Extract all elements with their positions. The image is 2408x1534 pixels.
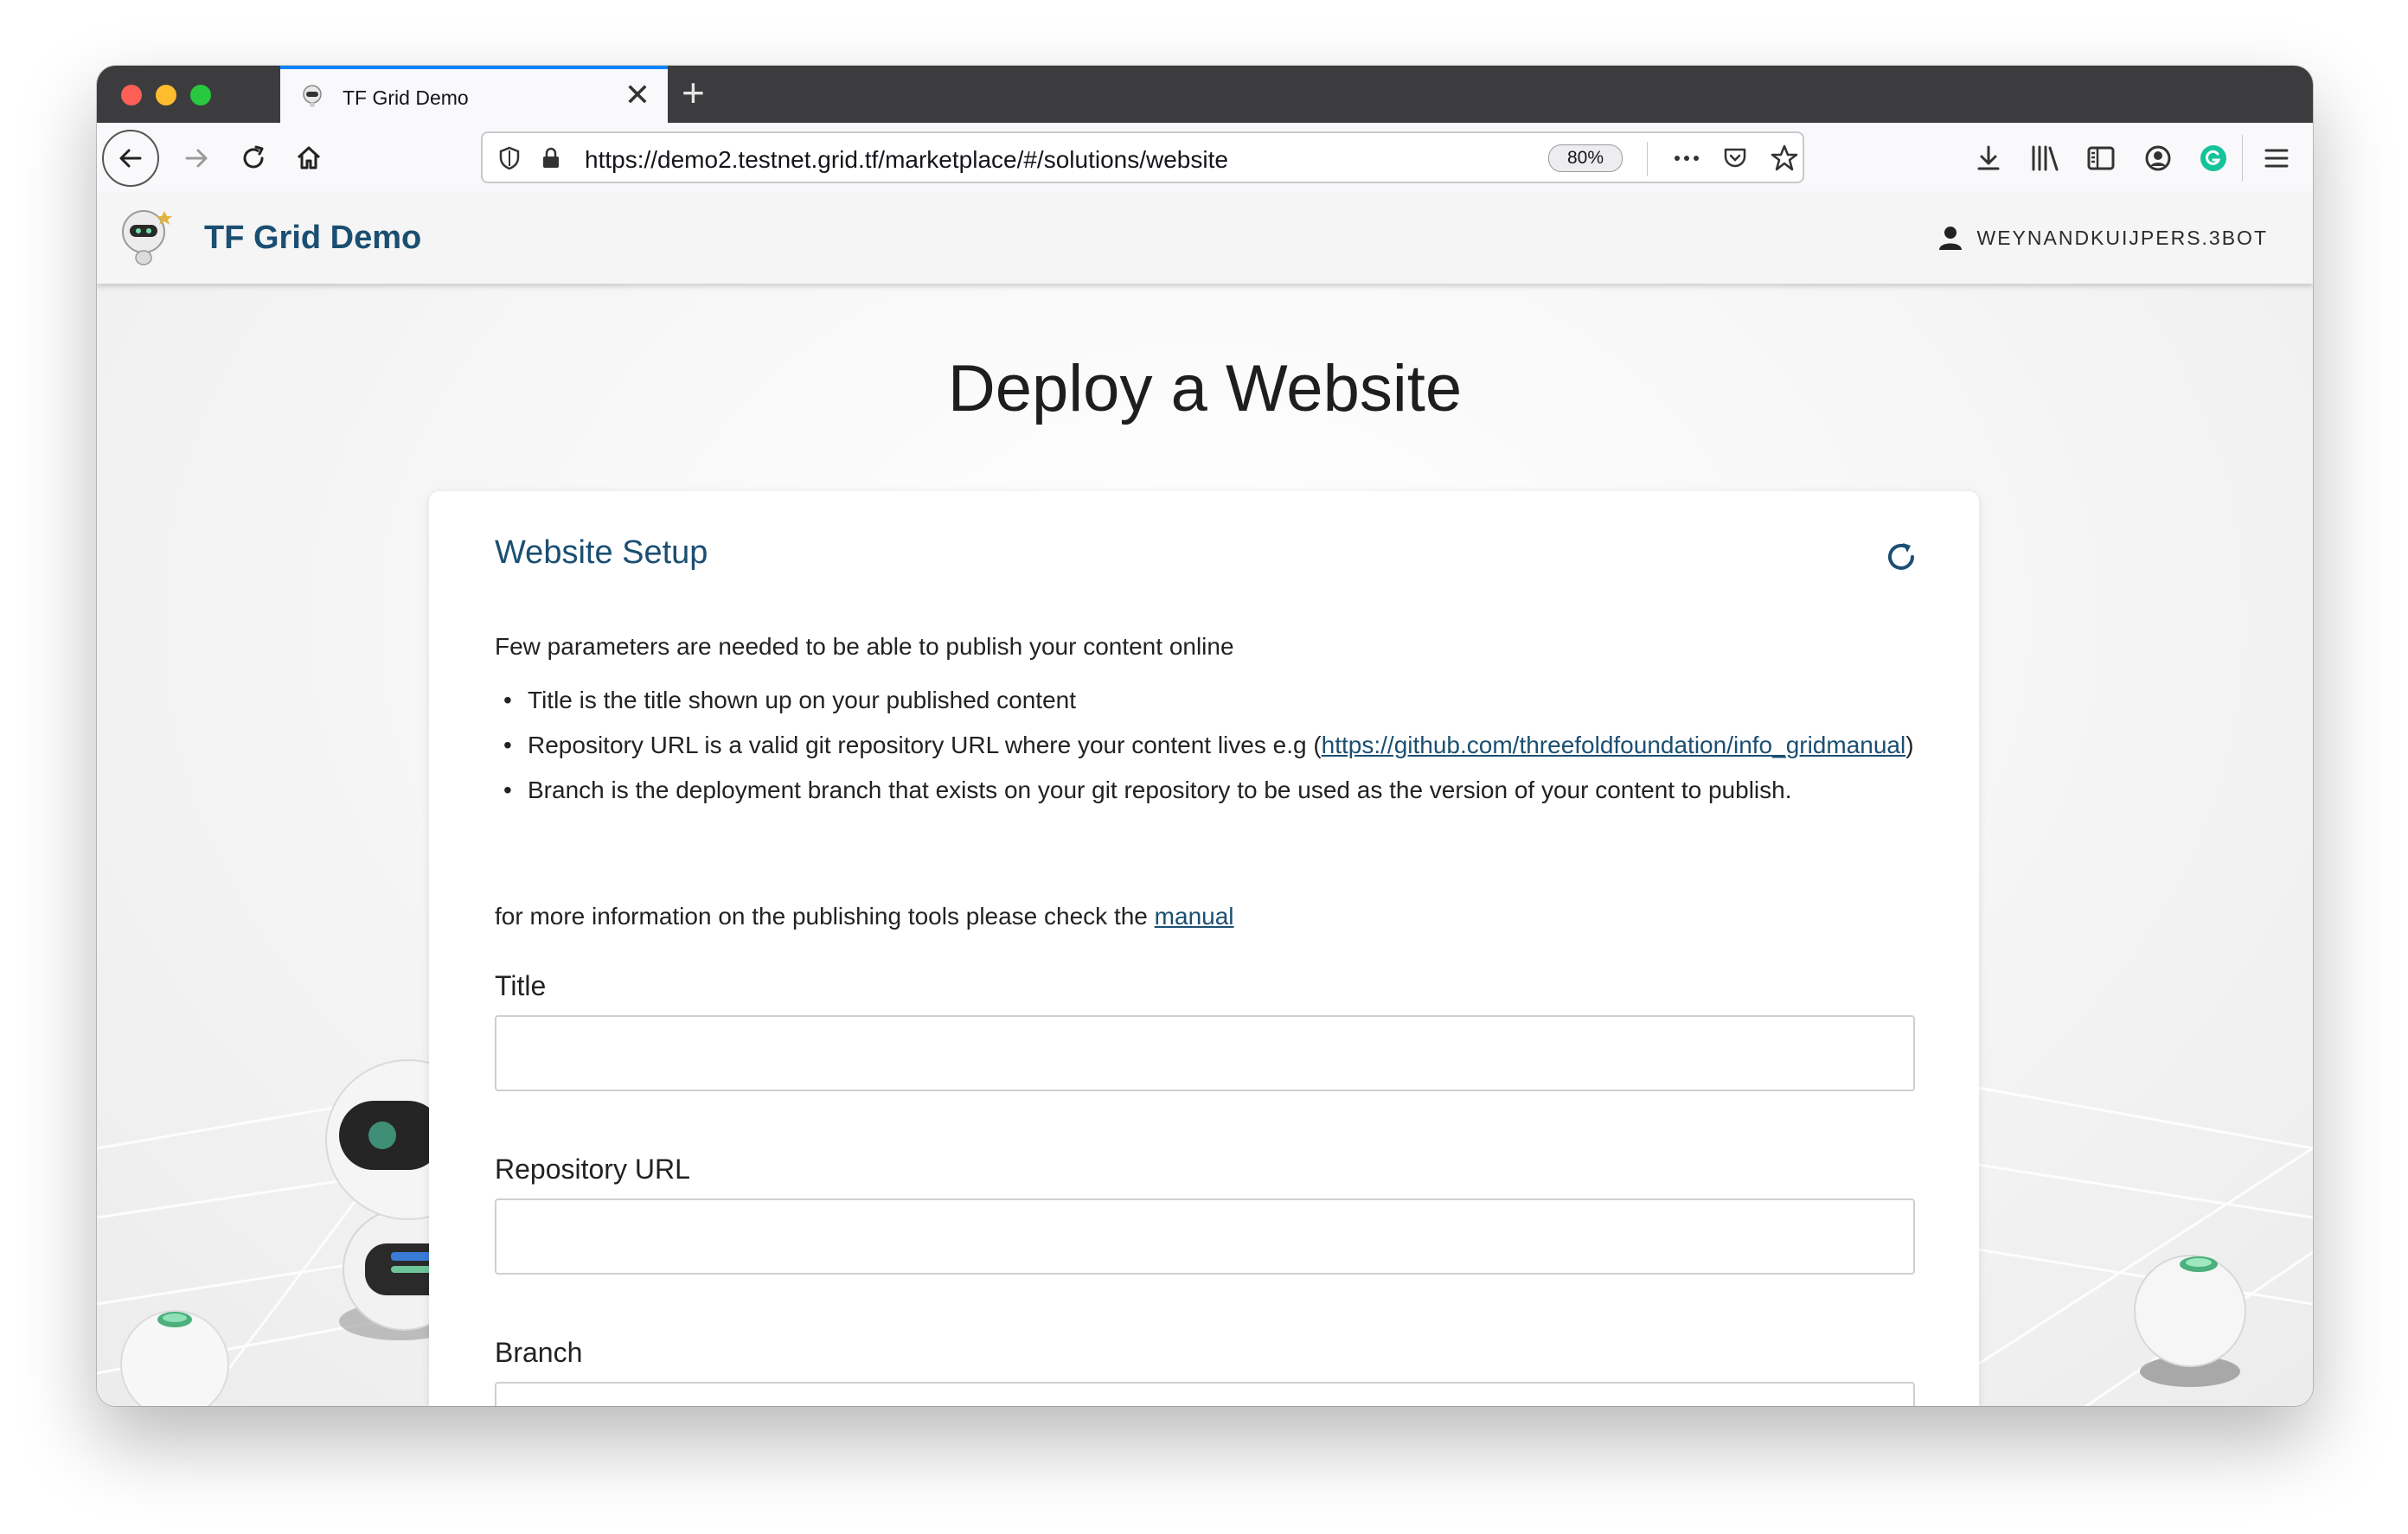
bullet-branch-text: Branch is the deployment branch that exi… [528,777,1792,803]
page-title: Deploy a Website [947,352,1463,425]
intro-text: Few parameters are needed to be able to … [495,633,1234,660]
parameter-list: Title is the title shown up on your publ… [495,683,1931,818]
robot-illustration-bottom-left [120,1310,229,1406]
repo-example-link[interactable]: https://github.com/threefoldfoundation/i… [1322,732,1906,758]
back-button[interactable] [102,130,159,187]
url-text[interactable]: https://demo2.testnet.grid.tf/marketplac… [585,146,1228,174]
toolbar-separator [2242,135,2243,182]
title-label: Title [495,970,547,1001]
menu-icon[interactable] [2263,145,2290,171]
download-icon[interactable] [1974,144,2003,173]
home-button[interactable] [285,135,332,182]
list-item: Repository URL is a valid git repository… [495,728,1931,763]
browser-window: TF Grid Demo ✕ + https://demo2.testnet.g… [97,66,2313,1406]
branch-input[interactable] [495,1382,1915,1406]
page-content: Deploy a Website Website Setup Few param… [97,284,2313,1406]
title-input[interactable] [495,1015,1915,1091]
sidebar-icon[interactable] [2086,144,2116,173]
refresh-icon[interactable] [1884,540,1918,574]
shield-icon[interactable] [496,145,522,171]
back-icon [119,149,142,168]
branch-label: Branch [495,1337,583,1368]
robot-logo-icon[interactable] [112,206,178,268]
zoom-window-button[interactable] [190,85,211,105]
bullet-repo-text: Repository URL is a valid git repository… [528,732,1322,758]
app-title[interactable]: TF Grid Demo [204,220,421,257]
url-separator [1647,142,1648,176]
account-icon[interactable] [2143,144,2173,173]
tab-close-icon[interactable]: ✕ [624,80,650,111]
new-tab-button[interactable]: + [682,73,705,112]
library-icon[interactable] [2029,144,2062,173]
user-icon [1938,227,1962,250]
reload-icon [243,145,264,169]
bookmark-star-icon[interactable] [1770,144,1799,173]
robot-illustration-right [2134,1255,2246,1387]
user-name: WEYNANDKUIJPERS.3BOT [1976,226,2268,249]
robot-favicon-icon [303,85,322,107]
home-icon [297,146,321,169]
lock-icon[interactable] [538,145,564,171]
user-menu[interactable]: WEYNANDKUIJPERS.3BOT [1937,225,2269,251]
tab-strip: TF Grid Demo ✕ + [97,66,2313,123]
repository-url-input[interactable] [495,1198,1915,1275]
list-item: Branch is the deployment branch that exi… [495,773,1931,808]
website-setup-card: Website Setup Few parameters are needed … [429,491,1979,1406]
forward-button[interactable] [173,135,220,182]
pocket-icon[interactable] [1721,144,1749,172]
repository-url-label: Repository URL [495,1154,690,1185]
more-info-prefix: for more information on the publishing t… [495,903,1155,930]
app-header: TF Grid Demo WEYNANDKUIJPERS.3BOT [97,194,2313,284]
forward-icon [185,149,208,168]
more-info-text: for more information on the publishing t… [495,903,1234,930]
reload-button[interactable] [230,135,277,182]
manual-link[interactable]: manual [1155,903,1234,930]
address-bar[interactable]: https://demo2.testnet.grid.tf/marketplac… [481,131,1804,183]
tab-tf-grid-demo[interactable]: TF Grid Demo ✕ [280,66,668,123]
zoom-level-badge[interactable]: 80% [1548,144,1623,172]
minimize-window-button[interactable] [156,85,176,105]
grammarly-icon[interactable] [2199,144,2228,173]
navigation-toolbar: https://demo2.testnet.grid.tf/marketplac… [97,123,2313,195]
bullet-title-text: Title is the title shown up on your publ… [528,687,1077,713]
close-window-button[interactable] [121,85,142,105]
more-icon[interactable] [1671,145,1702,171]
card-title: Website Setup [495,534,708,571]
bullet-repo-suffix: ) [1905,732,1914,758]
list-item: Title is the title shown up on your publ… [495,683,1931,718]
tab-title: TF Grid Demo [343,86,469,109]
